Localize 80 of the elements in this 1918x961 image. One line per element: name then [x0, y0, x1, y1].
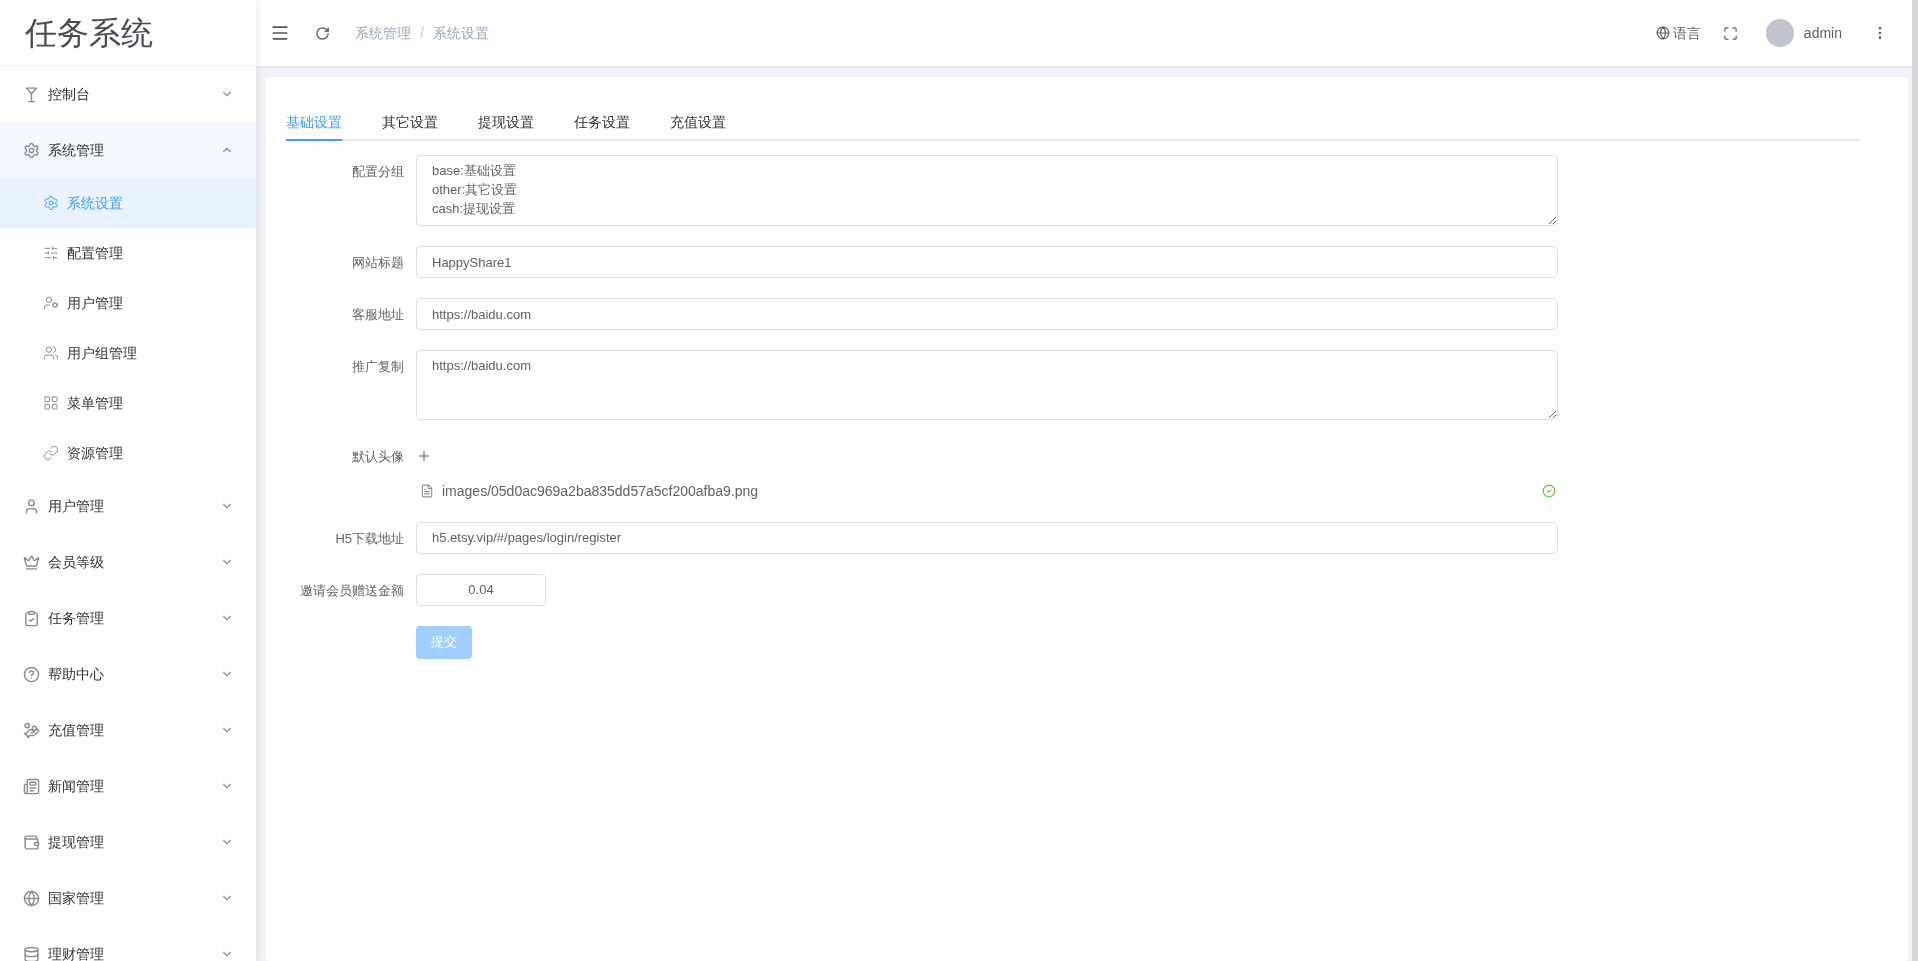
menu-item[interactable]: 提现管理	[0, 814, 256, 870]
clipboard-check-icon	[23, 609, 40, 627]
language-button[interactable]: 语言	[1655, 22, 1701, 44]
field-label: 邀请会员赠送金额	[299, 581, 405, 600]
refresh-button[interactable]	[315, 25, 330, 41]
submenu-label: 配置管理	[67, 243, 123, 263]
grid-icon	[43, 395, 59, 411]
file-name[interactable]: images/05d0ac969a2ba835dd57a5cf200afba9.png	[442, 480, 1542, 502]
tab[interactable]: 充值设置	[670, 105, 726, 141]
breadcrumb-separator: /	[420, 23, 424, 43]
field-label: 默认头像	[351, 448, 405, 466]
submenu-item[interactable]: 用户组管理	[0, 328, 256, 378]
menu-item[interactable]: 用户管理	[0, 478, 256, 534]
menu-label: 提现管理	[48, 832, 105, 852]
menu-item[interactable]: 国家管理	[0, 870, 256, 926]
user-icon	[23, 497, 40, 515]
menu-label: 新闻管理	[48, 776, 105, 796]
menu-label: 用户管理	[48, 496, 105, 516]
submenu-label: 菜单管理	[67, 393, 123, 413]
menu-item[interactable]: 帮助中心	[0, 646, 256, 702]
input-field[interactable]: HappyShare1	[416, 246, 1558, 278]
field-label: 客服地址	[351, 306, 405, 324]
text-area[interactable]: https://baidu.com	[416, 350, 1558, 420]
menu-button[interactable]	[270, 23, 290, 43]
crown-icon	[23, 553, 40, 571]
submenu-item[interactable]: 配置管理	[0, 228, 256, 278]
field-label: 网站标题	[351, 254, 405, 272]
field-label: 推广复制	[351, 358, 405, 376]
menu-item[interactable]: 控制台	[0, 66, 256, 122]
menu-label: 理财管理	[48, 944, 105, 961]
app-logo: 任务系统	[25, 13, 153, 53]
fullscreen-button[interactable]	[1722, 25, 1738, 41]
wallet-icon	[23, 833, 40, 851]
menu-label: 控制台	[48, 84, 91, 104]
refresh-icon	[315, 25, 330, 41]
link-icon	[43, 445, 59, 461]
field-label: 配置分组	[351, 163, 405, 181]
tab[interactable]: 任务设置	[574, 105, 630, 141]
gear-icon	[23, 141, 40, 159]
tab[interactable]: 提现设置	[478, 105, 534, 141]
menu-label: 充值管理	[48, 720, 105, 740]
globe-icon	[23, 889, 40, 907]
globe-icon	[1655, 26, 1670, 40]
input-field[interactable]: h5.etsy.vip/#/pages/login/register	[416, 521, 1558, 554]
menu-item[interactable]: 系统管理	[0, 122, 256, 178]
fullscreen-icon	[1722, 25, 1738, 41]
menu-label: 会员等级	[48, 552, 105, 572]
submenu-label: 用户组管理	[67, 343, 137, 363]
submenu-label: 系统设置	[67, 193, 123, 213]
submenu-item[interactable]: 菜单管理	[0, 378, 256, 428]
menu-icon	[270, 23, 290, 43]
menu-label: 帮助中心	[48, 664, 105, 684]
submenu-label: 用户管理	[67, 293, 123, 313]
menu-label: 国家管理	[48, 888, 105, 908]
help-icon	[23, 665, 40, 683]
file-icon	[420, 484, 434, 498]
text-area[interactable]: base:基础设置 other:其它设置 cash:提现设置	[416, 155, 1558, 226]
cocktail-icon	[23, 85, 40, 103]
gear-icon	[43, 195, 59, 211]
sliders-icon	[43, 245, 59, 261]
menu-label: 任务管理	[48, 608, 105, 628]
submenu-item[interactable]: 用户管理	[0, 278, 256, 328]
user-name[interactable]: admin	[1803, 22, 1842, 44]
input-field[interactable]: https://baidu.com	[416, 298, 1558, 330]
users-icon	[43, 345, 59, 361]
menu-item[interactable]: 新闻管理	[0, 758, 256, 814]
menu-item[interactable]: 理财管理	[0, 926, 256, 961]
tab[interactable]: 其它设置	[382, 105, 438, 141]
newspaper-icon	[23, 777, 40, 795]
menu-item[interactable]: 会员等级	[0, 534, 256, 590]
submenu-item[interactable]: 资源管理	[0, 428, 256, 478]
success-icon	[1542, 484, 1556, 498]
submenu-label: 资源管理	[67, 443, 123, 463]
amount-field[interactable]: 0.04	[416, 573, 546, 606]
menu-item[interactable]: 任务管理	[0, 590, 256, 646]
menu-label: 系统管理	[48, 140, 105, 160]
field-label: H5下载地址	[334, 529, 405, 548]
user-gear-icon	[43, 295, 59, 311]
database-icon	[23, 945, 40, 961]
menu-item[interactable]: 充值管理	[0, 702, 256, 758]
